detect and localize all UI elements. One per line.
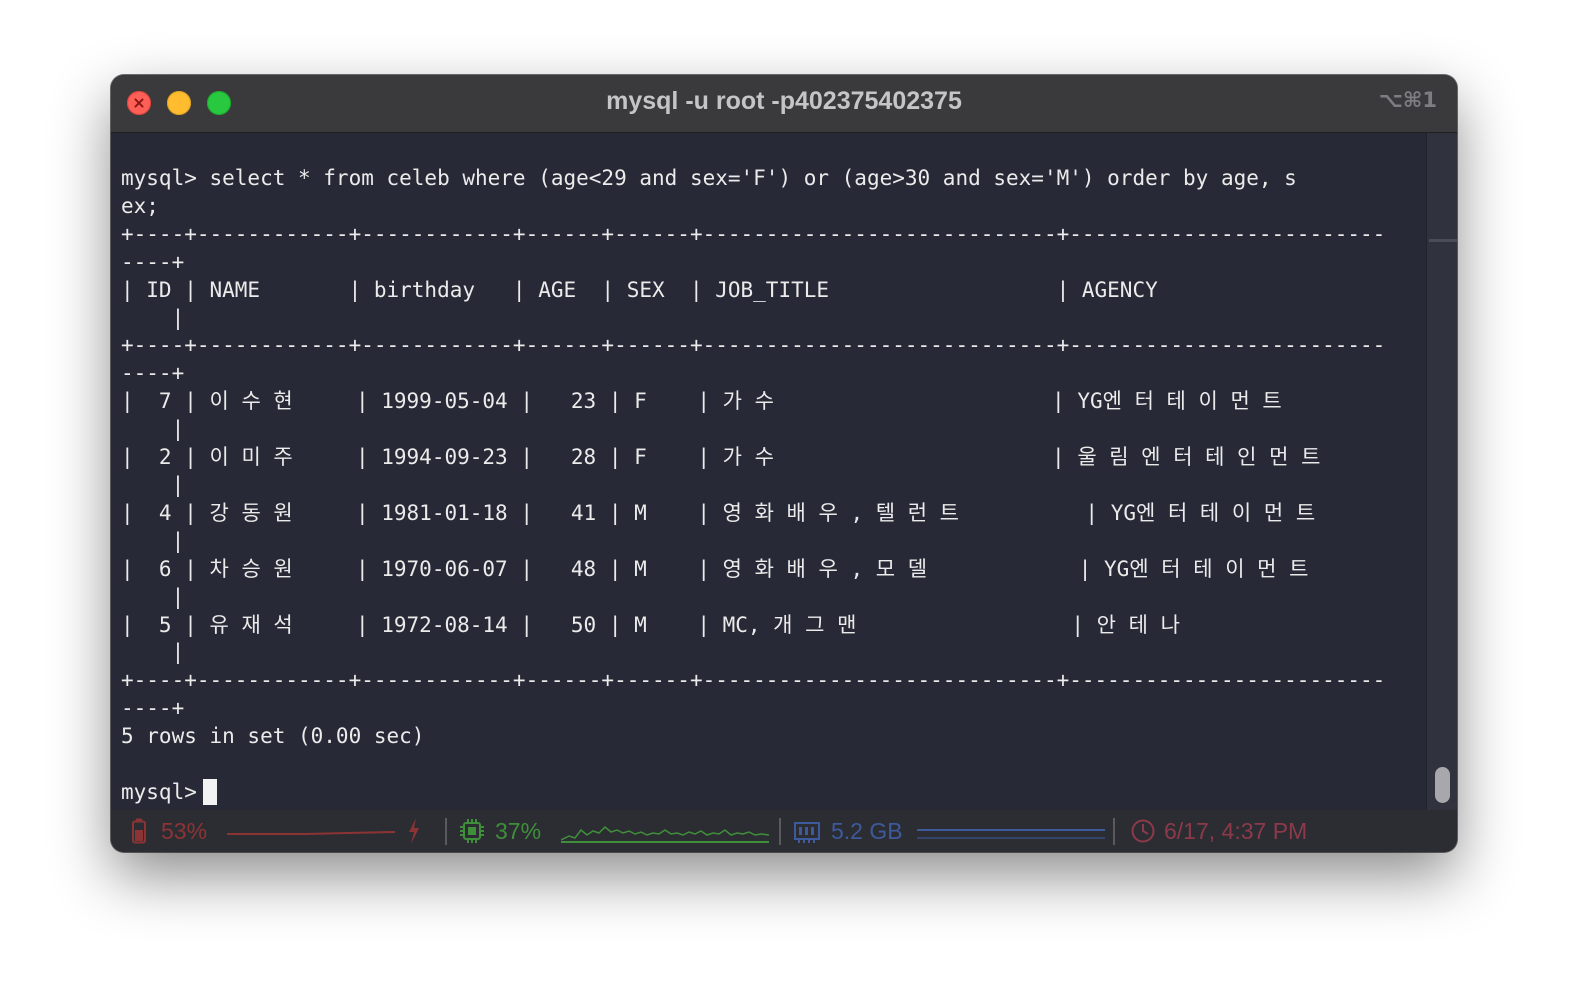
terminal-line: |	[121, 305, 185, 330]
window-title: mysql -u root -p402375402375	[606, 87, 962, 115]
memory-icon	[794, 822, 820, 843]
window-shortcut: ⌥⌘1	[1378, 88, 1437, 112]
terminal-line: +----+------------+------------+------+-…	[121, 333, 1386, 358]
terminal-line: |	[121, 640, 185, 665]
scrollbar-thumb[interactable]	[1435, 767, 1450, 803]
status-cpu[interactable]: 37%	[447, 810, 779, 852]
cpu-percent: 37%	[495, 818, 542, 844]
terminal-line: 5 rows in set (0.00 sec)	[121, 724, 425, 749]
terminal-line: | 5 | 유 재 석 | 1972-08-14 | 50 | M | MC, …	[121, 612, 1180, 637]
prompt-line[interactable]: mysql>	[121, 779, 217, 805]
scroll-mark	[1429, 239, 1457, 242]
memory-graph	[917, 829, 1105, 839]
battery-graph	[227, 831, 396, 835]
cpu-graph	[561, 825, 770, 843]
terminal-window: mysql -u root -p402375402375 ⌥⌘1 mysql> …	[111, 75, 1457, 852]
prompt-text: mysql>	[121, 780, 197, 804]
terminal-line: | ID | NAME | birthday | AGE | SEX | JOB…	[121, 277, 1158, 302]
scrollbar[interactable]	[1426, 133, 1457, 810]
memory-usage: 5.2 GB	[831, 818, 903, 844]
terminal-line: ----+	[121, 361, 185, 386]
status-battery[interactable]: 53%	[111, 810, 445, 852]
terminal-line: ----+	[121, 249, 185, 274]
terminal-line: | 2 | 이 미 주 | 1994-09-23 | 28 | F | 가 수 …	[121, 445, 1321, 470]
clock-icon	[1131, 819, 1155, 843]
battery-percent: 53%	[161, 818, 208, 844]
status-bar: 53% 37% 5.2 GB 6/17, 4:37 PM	[111, 810, 1457, 852]
battery-icon	[132, 818, 146, 844]
terminal-line: +----+------------+------------+------+-…	[121, 668, 1386, 693]
terminal-output[interactable]: mysql> select * from celeb where (age<29…	[121, 165, 1426, 779]
terminal-line: |	[121, 417, 185, 442]
terminal-line: mysql> select * from celeb where (age<29…	[121, 166, 1297, 190]
terminal-line: | 6 | 차 승 원 | 1970-06-07 | 48 | M | 영 화 …	[121, 556, 1309, 581]
terminal-line: ex;	[121, 193, 159, 218]
cpu-chip-icon	[460, 819, 484, 843]
terminal-line: | 4 | 강 동 원 | 1981-01-18 | 41 | M | 영 화 …	[121, 500, 1316, 525]
clock-text: 6/17, 4:37 PM	[1164, 818, 1308, 844]
title-bar: mysql -u root -p402375402375 ⌥⌘1	[111, 75, 1457, 133]
terminal-line: ----+	[121, 696, 185, 721]
terminal-line: |	[121, 584, 185, 609]
terminal-line: +----+------------+------------+------+-…	[121, 221, 1386, 246]
terminal-line: |	[121, 472, 185, 497]
status-clock[interactable]: 6/17, 4:37 PM	[1115, 810, 1415, 852]
text-cursor	[202, 779, 217, 805]
status-memory[interactable]: 5.2 GB	[781, 810, 1113, 852]
terminal-line: |	[121, 528, 185, 553]
terminal-line: | 7 | 이 수 현 | 1999-05-04 | 23 | F | 가 수 …	[121, 389, 1282, 414]
lightning-icon	[409, 818, 419, 844]
